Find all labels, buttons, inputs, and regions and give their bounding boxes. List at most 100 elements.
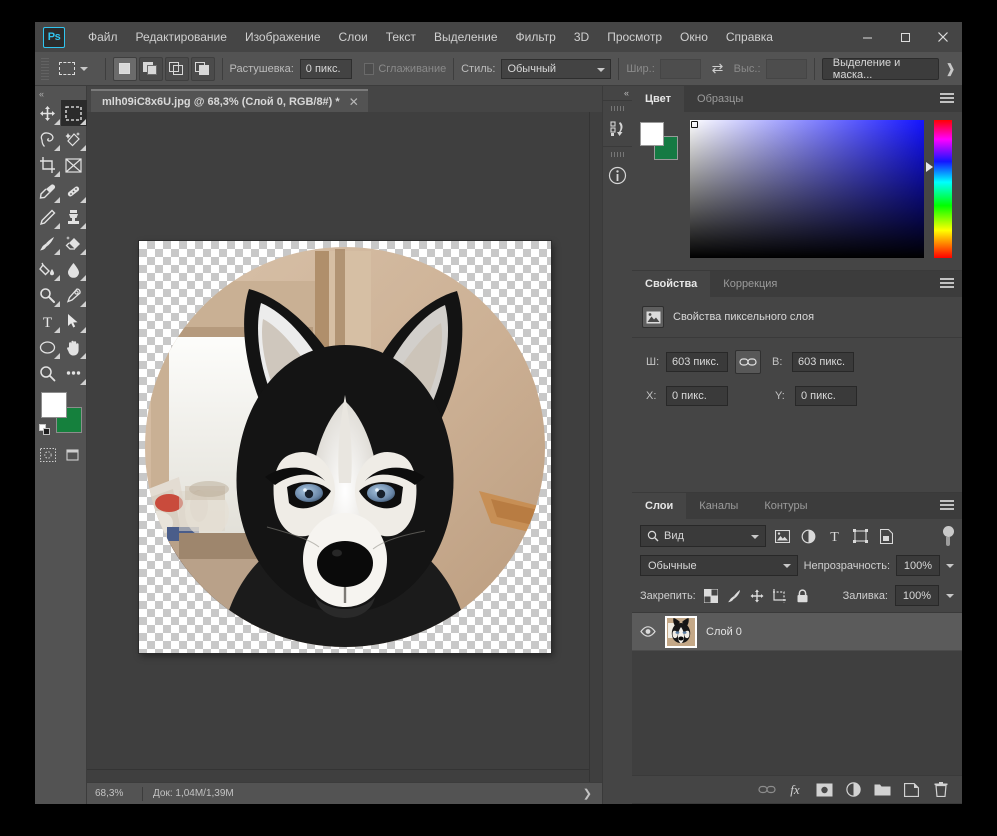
edit-toolbar-tool[interactable]: [61, 360, 87, 386]
foreground-color-swatch[interactable]: [41, 392, 67, 418]
menu-edit[interactable]: Редактирование: [127, 26, 236, 48]
style-select[interactable]: Обычный: [501, 59, 611, 79]
menu-3d[interactable]: 3D: [565, 26, 598, 48]
hand-tool[interactable]: [61, 334, 87, 360]
color-panel-foreground-swatch[interactable]: [640, 122, 664, 146]
link-aspect-ratio-icon[interactable]: [735, 350, 761, 374]
clone-stamp-tool[interactable]: [61, 204, 87, 230]
document-tab[interactable]: mlh09iC8x6U.jpg @ 68,3% (Слой 0, RGB/8#)…: [91, 89, 368, 112]
lock-image-pixels-icon[interactable]: [726, 588, 742, 604]
filter-adjustment-icon[interactable]: [798, 526, 818, 546]
fill-chevron-down-icon[interactable]: [946, 594, 954, 598]
color-spectrum-field[interactable]: [690, 120, 924, 258]
lock-all-icon[interactable]: [795, 588, 811, 604]
minimize-button[interactable]: [848, 22, 886, 52]
hue-slider[interactable]: [934, 120, 952, 258]
expand-dock-icon[interactable]: «: [603, 86, 632, 100]
tab-adjustments[interactable]: Коррекция: [710, 271, 790, 297]
image-canvas[interactable]: [139, 241, 551, 653]
y-input[interactable]: 0 пикс.: [795, 386, 857, 406]
toolbar-collapse-handle[interactable]: «: [35, 88, 86, 100]
panel-menu-icon[interactable]: [940, 93, 954, 104]
history-icon[interactable]: [606, 117, 630, 141]
width-input[interactable]: 603 пикс.: [666, 352, 728, 372]
dodge-tool[interactable]: [35, 282, 61, 308]
screen-mode-icon[interactable]: [64, 446, 84, 464]
healing-brush-tool[interactable]: [61, 178, 87, 204]
opacity-value[interactable]: 100%: [896, 555, 940, 576]
canvas-horizontal-scrollbar[interactable]: [87, 769, 589, 782]
menu-layers[interactable]: Слои: [330, 26, 377, 48]
eraser-tool[interactable]: [61, 230, 87, 256]
menu-image[interactable]: Изображение: [236, 26, 330, 48]
menu-window[interactable]: Окно: [671, 26, 717, 48]
height-input[interactable]: 603 пикс.: [792, 352, 854, 372]
filter-type-icon[interactable]: T: [824, 526, 844, 546]
canvas-viewport[interactable]: [87, 112, 602, 782]
close-icon[interactable]: ✕: [349, 95, 359, 109]
opacity-chevron-down-icon[interactable]: [946, 564, 954, 568]
tab-properties[interactable]: Свойства: [632, 271, 710, 297]
info-icon[interactable]: [606, 163, 630, 187]
lock-transparent-pixels-icon[interactable]: [703, 588, 719, 604]
layer-row[interactable]: Слой 0: [632, 613, 962, 651]
layer-list[interactable]: Слой 0: [632, 613, 962, 775]
antialias-checkbox[interactable]: [364, 63, 375, 75]
new-selection-button[interactable]: [113, 57, 137, 81]
panel-menu-icon[interactable]: [940, 500, 954, 511]
blur-tool[interactable]: [61, 256, 87, 282]
tool-preset-picker[interactable]: [55, 60, 92, 77]
paint-bucket-tool[interactable]: [35, 256, 61, 282]
filter-pixel-icon[interactable]: [772, 526, 792, 546]
adjustment-layer-button[interactable]: [844, 780, 863, 799]
lasso-tool[interactable]: [35, 126, 61, 152]
zoom-level[interactable]: 68,3%: [87, 788, 142, 799]
maximize-button[interactable]: [886, 22, 924, 52]
subtract-from-selection-button[interactable]: [165, 57, 189, 81]
menu-help[interactable]: Справка: [717, 26, 782, 48]
delete-layer-button[interactable]: [931, 780, 950, 799]
width-input[interactable]: [660, 59, 701, 79]
tab-layers[interactable]: Слои: [632, 493, 686, 519]
pencil-tool[interactable]: [35, 204, 61, 230]
tab-channels[interactable]: Каналы: [686, 493, 751, 519]
new-group-button[interactable]: [873, 780, 892, 799]
color-picker-handle[interactable]: [691, 121, 698, 128]
x-input[interactable]: 0 пикс.: [666, 386, 728, 406]
new-layer-button[interactable]: [902, 780, 921, 799]
path-selection-tool[interactable]: [61, 308, 87, 334]
close-button[interactable]: [924, 22, 962, 52]
intersect-with-selection-button[interactable]: [191, 57, 215, 81]
canvas-vertical-scrollbar[interactable]: [589, 112, 602, 782]
layer-name[interactable]: Слой 0: [706, 626, 742, 638]
zoom-tool[interactable]: [35, 360, 61, 386]
swap-dimensions-icon[interactable]: ⇄: [712, 60, 724, 77]
default-colors-icon[interactable]: [39, 424, 51, 436]
blend-mode-select[interactable]: Обычные: [640, 555, 798, 576]
crop-tool[interactable]: [35, 152, 61, 178]
menu-file[interactable]: Файл: [79, 26, 127, 48]
move-tool[interactable]: [35, 100, 61, 126]
select-and-mask-button[interactable]: Выделение и маска...: [822, 58, 939, 80]
quick-mask-icon[interactable]: [38, 446, 58, 464]
menu-filter[interactable]: Фильтр: [507, 26, 565, 48]
dock-grip[interactable]: [611, 152, 625, 157]
pen-tool[interactable]: [61, 282, 87, 308]
status-menu-arrow-icon[interactable]: ❯: [583, 787, 602, 800]
lock-artboard-nesting-icon[interactable]: [772, 588, 788, 604]
link-layers-button[interactable]: [757, 780, 776, 799]
filter-shape-icon[interactable]: [850, 526, 870, 546]
rectangular-marquee-tool[interactable]: [61, 100, 87, 126]
menu-text[interactable]: Текст: [377, 26, 425, 48]
layer-visibility-eye-icon[interactable]: [640, 626, 656, 637]
layer-mask-button[interactable]: [815, 780, 834, 799]
add-to-selection-button[interactable]: [139, 57, 163, 81]
filter-kind-select[interactable]: Вид: [640, 525, 766, 547]
options-bar-overflow-icon[interactable]: ❱: [945, 61, 956, 77]
frame-tool[interactable]: [61, 152, 87, 178]
height-input[interactable]: [766, 59, 807, 79]
filter-toggle-switch[interactable]: [942, 526, 954, 546]
layer-style-button[interactable]: fx: [786, 780, 805, 799]
ellipse-tool[interactable]: [35, 334, 61, 360]
quick-selection-tool[interactable]: [61, 126, 87, 152]
